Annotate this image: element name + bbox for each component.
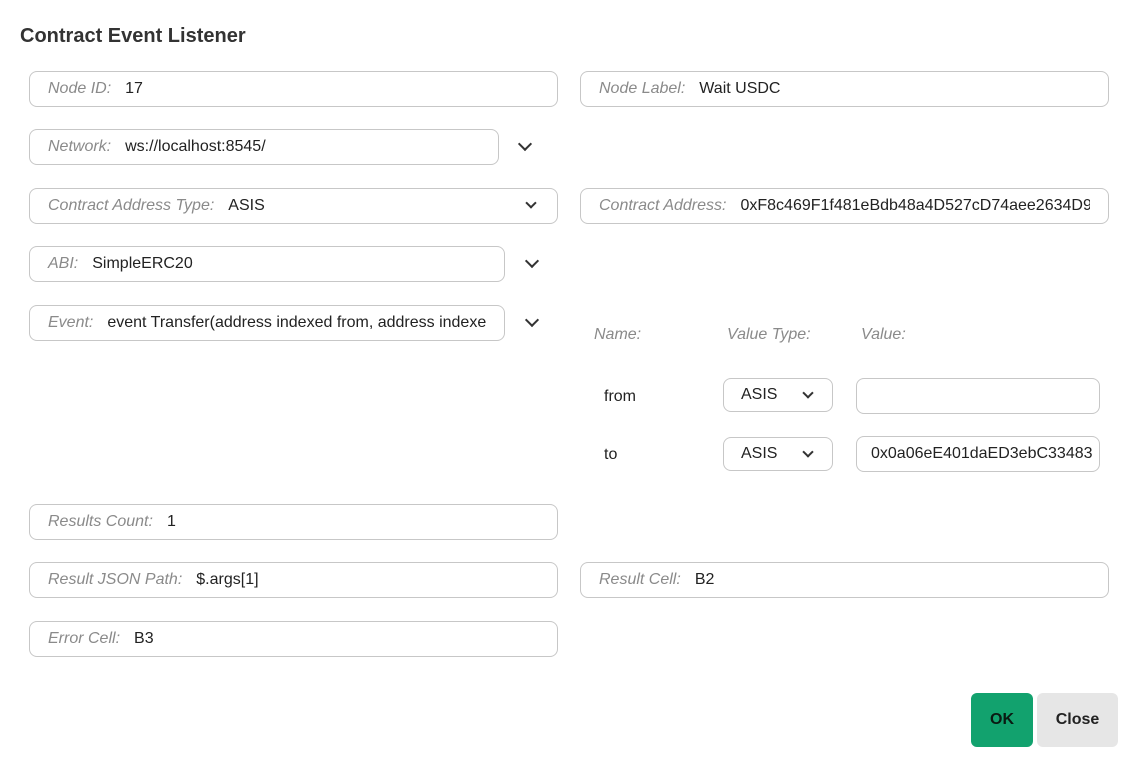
result-json-path-field[interactable]: Result JSON Path: $.args[1]: [29, 562, 558, 598]
abi-label: ABI:: [48, 255, 79, 272]
abi-field[interactable]: ABI: SimpleERC20: [29, 246, 505, 282]
error-cell-value: B3: [134, 630, 154, 647]
param-from-value-input[interactable]: [856, 378, 1100, 414]
contract-address-field[interactable]: Contract Address: 0xF8c469F1f481eBdb48a4…: [580, 188, 1109, 224]
node-id-value: 17: [125, 80, 143, 97]
network-field[interactable]: Network: ws://localhost:8545/: [29, 129, 499, 165]
result-cell-field[interactable]: Result Cell: B2: [580, 562, 1109, 598]
network-label: Network:: [48, 138, 112, 155]
result-cell-value: B2: [694, 571, 715, 588]
event-dropdown-chevron-down-icon[interactable]: [524, 312, 540, 328]
abi-value: SimpleERC20: [92, 255, 193, 272]
close-button[interactable]: Close: [1037, 693, 1118, 747]
node-id-label: Node ID:: [48, 80, 112, 97]
network-value: ws://localhost:8545/: [125, 138, 266, 155]
param-to-value: 0x0a06eE401daED3ebC33483: [871, 445, 1093, 462]
results-count-field[interactable]: Results Count: 1: [29, 504, 558, 540]
param-value-header: Value:: [861, 326, 906, 343]
error-cell-label: Error Cell:: [48, 630, 121, 647]
result-json-path-value: $.args[1]: [196, 571, 259, 588]
param-to-value-type: ASIS: [741, 445, 778, 462]
node-label-value: Wait USDC: [699, 80, 781, 97]
results-count-label: Results Count:: [48, 513, 153, 530]
node-label-field[interactable]: Node Label: Wait USDC: [580, 71, 1109, 107]
dialog-title: Contract Event Listener: [20, 25, 246, 47]
contract-address-type-value: ASIS: [228, 197, 265, 214]
param-value-type-header: Value Type:: [727, 326, 811, 343]
param-from-value-type: ASIS: [741, 386, 778, 403]
event-value: event Transfer(address indexed from, add…: [107, 314, 486, 331]
param-to-value-type-select[interactable]: ASIS: [723, 437, 833, 471]
contract-address-label: Contract Address:: [599, 197, 727, 214]
param-from-name: from: [604, 388, 636, 405]
param-from-chevron-down-icon: [802, 387, 814, 399]
event-field[interactable]: Event: event Transfer(address indexed fr…: [29, 305, 505, 341]
param-to-chevron-down-icon: [802, 446, 814, 458]
results-count-value: 1: [166, 513, 176, 530]
contract-address-type-select[interactable]: Contract Address Type: ASIS: [29, 188, 558, 224]
node-id-field[interactable]: Node ID: 17: [29, 71, 558, 107]
abi-dropdown-chevron-down-icon[interactable]: [524, 253, 540, 269]
param-to-name: to: [604, 446, 618, 463]
network-dropdown-chevron-down-icon[interactable]: [517, 136, 533, 152]
result-json-path-label: Result JSON Path:: [48, 571, 183, 588]
contract-address-value: 0xF8c469F1f481eBdb48a4D527cD74aee2634D9f…: [740, 197, 1090, 214]
node-label-label: Node Label:: [599, 80, 686, 97]
event-label: Event:: [48, 314, 94, 331]
param-to-value-input[interactable]: 0x0a06eE401daED3ebC33483: [856, 436, 1100, 472]
ok-button[interactable]: OK: [971, 693, 1033, 747]
param-from-value-type-select[interactable]: ASIS: [723, 378, 833, 412]
error-cell-field[interactable]: Error Cell: B3: [29, 621, 558, 657]
param-name-header: Name:: [594, 326, 642, 343]
result-cell-label: Result Cell:: [599, 571, 681, 588]
contract-address-type-label: Contract Address Type:: [48, 197, 215, 214]
